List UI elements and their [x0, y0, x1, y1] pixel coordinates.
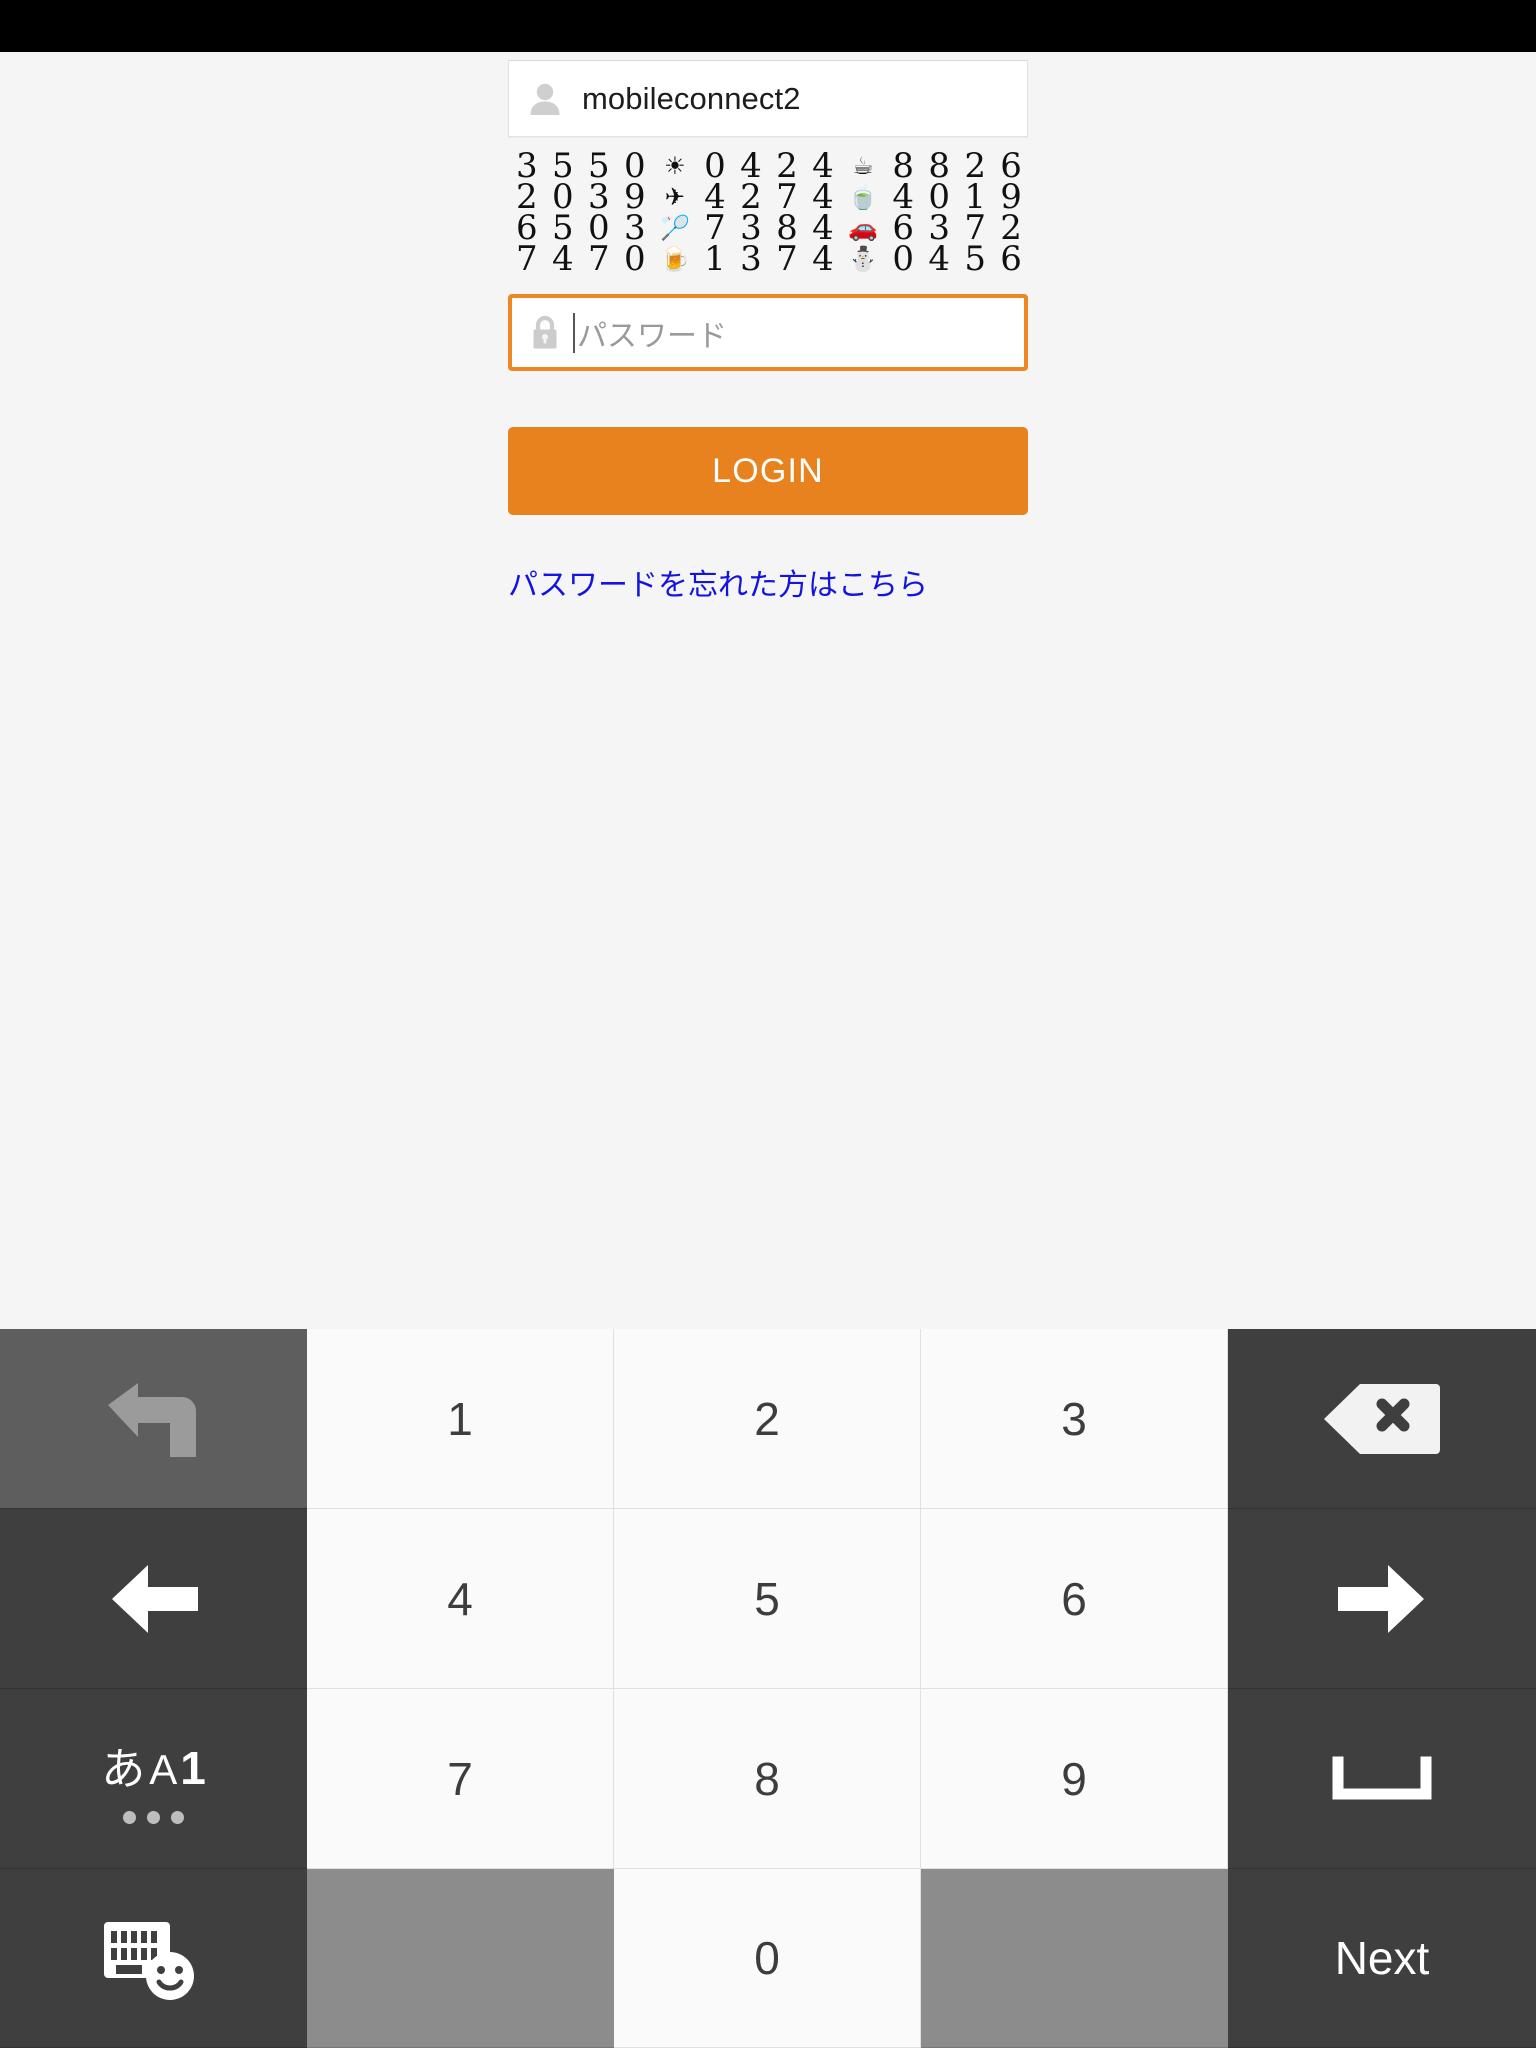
blank-key-left: [307, 1869, 614, 2048]
otp-grid-column: ☕ 🍵 🚗 ⛄: [848, 151, 878, 275]
otp-grid-column: 4444: [812, 149, 834, 280]
key-9[interactable]: 9: [921, 1689, 1228, 1869]
key-9-label: 9: [1061, 1752, 1087, 1805]
space-bar-icon: [1332, 1756, 1432, 1802]
arrow-left-icon: [108, 1559, 200, 1639]
otp-grid-column: 5307: [587, 149, 610, 280]
otp-grid-digit-cell: 5: [964, 239, 986, 280]
otp-grid-digit-cell: 7: [776, 239, 798, 280]
space-key[interactable]: [1228, 1689, 1536, 1869]
input-mode-dots: [122, 1811, 184, 1824]
input-mode-key[interactable]: あA1: [0, 1689, 307, 1869]
otp-grid-column: 4233: [740, 149, 762, 280]
forgot-password-link[interactable]: パスワードを忘れた方はこちら: [508, 560, 1028, 604]
otp-grid-column: 2175: [964, 149, 986, 280]
otp-digit-grid: 3 2 6 7 5 0 5 4 5 3 0 7 0 9 3 0 ☀ ✈ 🏸 🍺 0 4 7 1 4 2 3 3 2 7 8 7 4 4 4 4 ☕ 🍵 🚗 ⛄…: [508, 149, 1028, 280]
key-7-label: 7: [447, 1752, 473, 1805]
otp-grid-emoji-cell: ☀: [664, 152, 686, 181]
undo-arrow-icon: [98, 1371, 210, 1467]
key-3[interactable]: 3: [921, 1329, 1228, 1509]
status-bar: [0, 0, 1536, 52]
key-3-label: 3: [1061, 1392, 1087, 1445]
otp-grid-digit-cell: 4: [551, 239, 574, 280]
key-5[interactable]: 5: [614, 1509, 921, 1689]
software-keyboard: 1 2 3 4 5 6 あ A 1 7 8 9 0 Next: [0, 1329, 1536, 2048]
undo-key[interactable]: [0, 1329, 307, 1509]
key-0[interactable]: 0: [614, 1869, 921, 2048]
otp-grid-column: 6926: [1000, 149, 1022, 280]
lock-icon: [527, 313, 563, 353]
otp-grid-digit-cell: 3: [740, 239, 762, 280]
text-caret: [573, 312, 575, 353]
backspace-key[interactable]: [1228, 1329, 1536, 1509]
otp-grid-column: 0930: [623, 149, 646, 280]
key-7[interactable]: 7: [307, 1689, 614, 1869]
otp-grid-emoji-cell: 🚗: [848, 214, 878, 243]
otp-grid-digit-cell: 0: [892, 239, 914, 280]
cursor-left-key[interactable]: [0, 1509, 307, 1689]
password-placeholder: パスワード: [577, 319, 727, 353]
cursor-right-key[interactable]: [1228, 1509, 1536, 1689]
key-4-label: 4: [447, 1572, 473, 1625]
key-5-label: 5: [754, 1572, 780, 1625]
key-4[interactable]: 4: [307, 1509, 614, 1689]
login-form: mobileconnect2 3 2 6 7 5 0 5 4 5 3 0 7 0 9 3 0 ☀ ✈ 🏸 🍺 0 4 7 1 4…: [508, 52, 1028, 604]
key-6-label: 6: [1061, 1572, 1087, 1625]
person-icon: [525, 79, 565, 119]
password-field[interactable]: パスワード: [508, 294, 1028, 371]
otp-grid-digit-cell: 7: [587, 239, 610, 280]
key-8-label: 8: [754, 1752, 780, 1805]
backspace-icon: [1324, 1380, 1440, 1458]
otp-grid-emoji-cell: ⛄: [848, 245, 878, 274]
otp-grid-column: 8460: [892, 149, 914, 280]
otp-grid-emoji-cell: ✈: [664, 183, 685, 212]
otp-grid-column: ☀ ✈ 🏸 🍺: [660, 151, 690, 275]
username-field[interactable]: mobileconnect2: [508, 60, 1028, 137]
key-8[interactable]: 8: [614, 1689, 921, 1869]
otp-grid-column: 2787: [776, 149, 798, 280]
otp-grid-column: 3267: [516, 149, 538, 280]
login-button[interactable]: LOGIN: [508, 427, 1028, 515]
otp-grid-digit-cell: 4: [928, 239, 950, 280]
otp-grid-column: 5054: [551, 149, 574, 280]
key-1[interactable]: 1: [307, 1329, 614, 1509]
otp-grid-digit-cell: 0: [623, 239, 646, 280]
otp-grid-digit-cell: 1: [704, 239, 726, 280]
username-value: mobileconnect2: [582, 80, 801, 116]
otp-grid-digit-cell: 6: [1000, 239, 1022, 280]
key-2-label: 2: [754, 1392, 780, 1445]
blank-key-right: [921, 1869, 1228, 2048]
key-2[interactable]: 2: [614, 1329, 921, 1509]
input-mode-label: あA1: [101, 1733, 206, 1824]
otp-grid-emoji-cell: ☕: [852, 152, 874, 181]
key-1-label: 1: [447, 1392, 473, 1445]
key-0-label: 0: [754, 1932, 780, 1984]
otp-grid-emoji-cell: 🍵: [848, 183, 878, 212]
emoji-keyboard-key[interactable]: [0, 1869, 307, 2048]
otp-grid-column: 8034: [928, 149, 950, 280]
otp-grid-emoji-cell: 🏸: [659, 214, 690, 243]
otp-grid-digit-cell: 7: [516, 239, 538, 280]
arrow-right-icon: [1336, 1559, 1428, 1639]
keyboard-emoji-icon: [98, 1910, 210, 2006]
next-key[interactable]: Next: [1228, 1869, 1536, 2048]
otp-grid-digit-cell: 4: [812, 239, 834, 280]
login-screen: mobileconnect2 3 2 6 7 5 0 5 4 5 3 0 7 0 9 3 0 ☀ ✈ 🏸 🍺 0 4 7 1 4…: [0, 52, 1536, 1329]
otp-grid-emoji-cell: 🍺: [659, 245, 690, 274]
next-key-label: Next: [1334, 1932, 1430, 1984]
key-6[interactable]: 6: [921, 1509, 1228, 1689]
otp-grid-column: 0471: [704, 149, 726, 280]
